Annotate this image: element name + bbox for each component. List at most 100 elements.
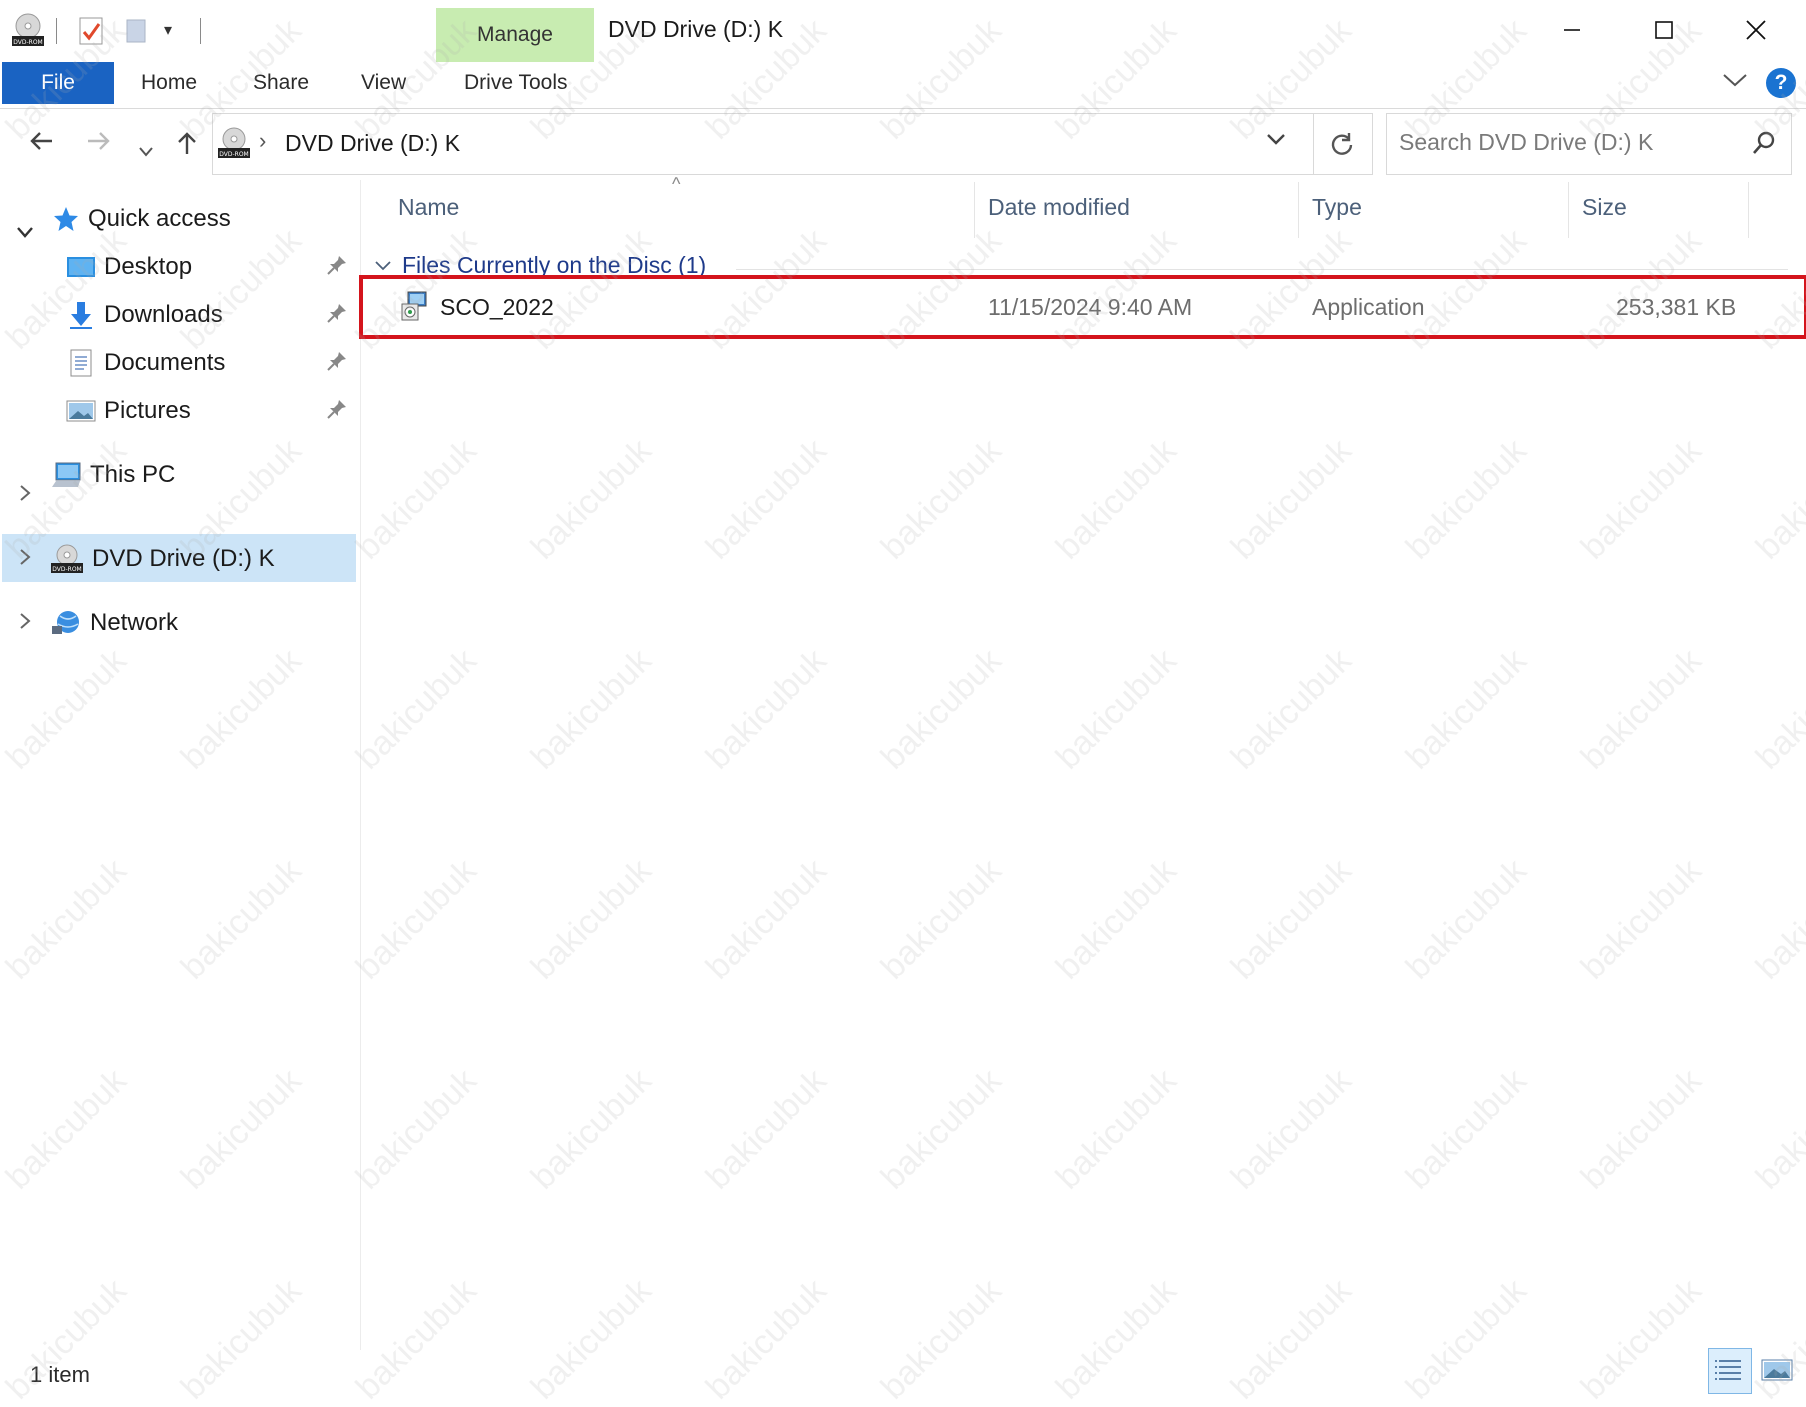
documents-icon (70, 349, 92, 377)
nav-item-dvd-drive[interactable]: DVD-ROM DVD Drive (D:) K (50, 536, 275, 582)
dvd-drive-icon: DVD-ROM (51, 544, 83, 573)
group-divider (736, 269, 1788, 270)
column-divider[interactable] (1298, 182, 1299, 238)
back-arrow-icon (30, 132, 52, 150)
expander-chevron-icon[interactable] (18, 548, 32, 572)
network-icon (52, 611, 79, 634)
downloads-icon (70, 302, 92, 329)
search-box[interactable] (1386, 113, 1792, 175)
tab-view[interactable]: View (361, 71, 406, 95)
back-button[interactable] (28, 128, 54, 159)
forward-button[interactable] (86, 128, 112, 159)
title-bar: DVD-ROM ▾ Manage DVD Drive (D:) K (0, 0, 1806, 62)
chevron-down-icon (139, 147, 153, 157)
nav-item-quick-access[interactable]: Quick access (52, 196, 231, 242)
qat-separator (200, 18, 201, 44)
installer-icon (398, 290, 430, 329)
refresh-icon (1331, 133, 1353, 155)
computer-icon (52, 462, 81, 487)
close-icon (1746, 20, 1766, 40)
tab-share[interactable]: Share (253, 71, 309, 95)
collapse-chevron-icon (375, 260, 391, 270)
ribbon-tabs: File Home Share View Drive Tools ? (0, 62, 1806, 109)
nav-label: Pictures (104, 397, 191, 424)
nav-item-this-pc[interactable]: This PC (50, 452, 175, 498)
tab-manage[interactable]: Manage (436, 8, 594, 62)
navigation-pane: Quick access Desktop Downloads Documents… (0, 180, 361, 1350)
nav-label: Quick access (88, 205, 231, 232)
forward-arrow-icon (88, 132, 110, 150)
nav-item-downloads[interactable]: Downloads (66, 292, 223, 338)
svg-text:DVD-ROM: DVD-ROM (13, 39, 42, 46)
column-header-date-modified[interactable]: Date modified (988, 194, 1130, 221)
maximize-button[interactable] (1618, 0, 1710, 60)
up-arrow-icon (178, 132, 196, 154)
tab-drive-tools[interactable]: Drive Tools (464, 71, 567, 95)
recent-locations-button[interactable] (138, 134, 154, 165)
breadcrumb[interactable]: DVD Drive (D:) K (285, 130, 460, 157)
file-date-modified: 11/15/2024 9:40 AM (988, 294, 1193, 320)
nav-item-documents[interactable]: Documents (66, 340, 225, 386)
status-bar: 1 item (0, 1350, 1806, 1397)
address-dropdown-icon[interactable] (1265, 128, 1287, 155)
nav-label: Desktop (104, 253, 193, 280)
help-icon[interactable]: ? (1766, 68, 1796, 98)
dvd-drive-icon[interactable]: DVD-ROM (10, 12, 46, 53)
qat-customize-dropdown-icon[interactable]: ▾ (164, 20, 172, 40)
column-header-name[interactable]: Name (398, 194, 459, 221)
properties-icon[interactable] (78, 16, 104, 51)
file-type: Application (1312, 294, 1425, 320)
pin-icon[interactable] (326, 350, 348, 377)
file-list: ^ Name Date modified Type Size Files Cur… (359, 174, 1806, 1350)
column-divider[interactable] (974, 182, 975, 238)
new-folder-icon[interactable] (124, 16, 150, 51)
expander-chevron-icon[interactable] (16, 222, 34, 245)
expander-chevron-icon[interactable] (18, 484, 32, 508)
window-title: DVD Drive (D:) K (608, 16, 784, 42)
navigation-row: DVD-ROM › DVD Drive (D:) K (0, 108, 1806, 180)
expand-ribbon-chevron-icon[interactable] (1722, 71, 1748, 94)
column-header-size[interactable]: Size (1582, 194, 1627, 221)
details-view-icon (1715, 1360, 1741, 1380)
nav-item-desktop[interactable]: Desktop (66, 244, 192, 290)
nav-label: DVD Drive (D:) K (92, 545, 275, 572)
column-divider[interactable] (1748, 182, 1749, 238)
pin-icon[interactable] (326, 254, 348, 281)
details-view-button[interactable] (1708, 1348, 1752, 1394)
search-icon[interactable] (1751, 130, 1777, 161)
desktop-icon (67, 257, 95, 277)
svg-text:DVD-ROM: DVD-ROM (219, 151, 248, 158)
table-row[interactable]: SCO_2022 11/15/2024 9:40 AM Application … (359, 275, 1806, 339)
minimize-icon (1564, 29, 1580, 31)
pictures-icon (66, 400, 96, 422)
sort-caret-icon: ^ (672, 174, 681, 194)
refresh-button[interactable] (1312, 113, 1373, 175)
dvd-drive-icon: DVD-ROM (217, 126, 251, 165)
nav-item-pictures[interactable]: Pictures (66, 388, 191, 434)
column-header-type[interactable]: Type (1312, 194, 1362, 221)
maximize-icon (1655, 21, 1673, 39)
tab-home[interactable]: Home (141, 71, 197, 95)
pin-icon[interactable] (326, 398, 348, 425)
item-count: 1 item (30, 1362, 90, 1387)
large-icons-view-button[interactable] (1756, 1348, 1798, 1392)
nav-label: Downloads (104, 301, 223, 328)
large-icons-view-icon (1761, 1359, 1793, 1381)
close-button[interactable] (1710, 0, 1802, 60)
minimize-button[interactable] (1526, 0, 1618, 60)
breadcrumb-chevron-icon[interactable]: › (259, 128, 266, 154)
search-input[interactable] (1397, 128, 1741, 157)
nav-label: This PC (90, 461, 176, 488)
star-icon (54, 207, 78, 231)
nav-label: Network (90, 609, 179, 636)
file-size: 253,381 KB (1616, 294, 1737, 320)
pin-icon[interactable] (326, 302, 348, 329)
nav-item-network[interactable]: Network (50, 600, 178, 646)
svg-text:DVD-ROM: DVD-ROM (52, 566, 81, 573)
tab-file[interactable]: File (2, 62, 114, 104)
expander-chevron-icon[interactable] (18, 612, 32, 636)
up-button[interactable] (176, 130, 198, 163)
nav-label: Documents (104, 349, 226, 376)
address-bar[interactable]: DVD-ROM › DVD Drive (D:) K (212, 113, 1314, 175)
column-divider[interactable] (1568, 182, 1569, 238)
